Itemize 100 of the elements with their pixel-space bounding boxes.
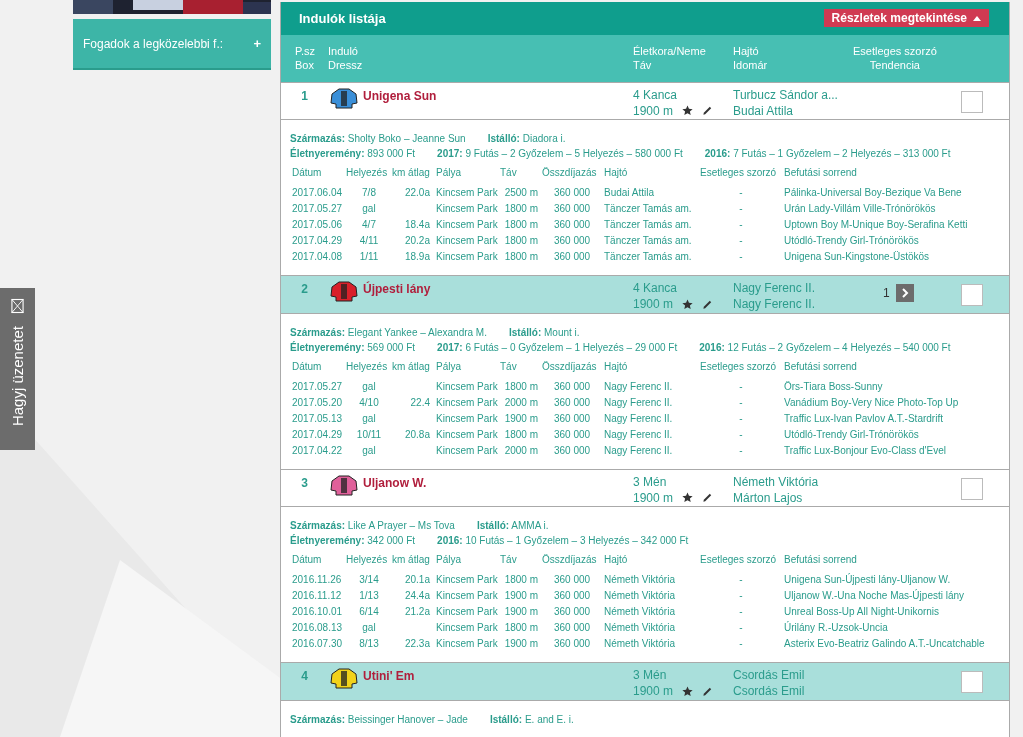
history-column-header: Táv — [500, 359, 518, 374]
info-text: Származás: Beissinger Hanover – Jade — [290, 713, 468, 727]
star-icon[interactable] — [682, 105, 694, 117]
runner-number: 4 — [300, 668, 309, 684]
runner-row[interactable]: 3 Uljanow W. 3 Mén 1900 m Németh Viktória Márton Lajos — [281, 468, 1009, 508]
history-cell-text: Kincsem Park — [435, 218, 499, 233]
history-cell-text: Nagy Ferenc II. — [603, 395, 674, 410]
runner-name[interactable]: Uljanow W. — [363, 473, 427, 490]
history-cell-text: Kincsem Park — [435, 395, 499, 410]
history-cell-text: Kincsem Park — [435, 621, 499, 636]
jersey-icon — [330, 473, 358, 496]
history-cell-text: Tänczer Tamás am. — [603, 234, 693, 249]
driver-name: Nagy Ferenc II. — [733, 280, 817, 297]
history-column-header: Helyezés — [346, 359, 389, 374]
history-cell-text: Urán Lady-Villám Ville-Trónörökös — [783, 202, 937, 217]
history-cell-text: 2016.11.26 — [291, 573, 343, 588]
history-cell-text: - — [738, 443, 744, 458]
star-icon[interactable] — [682, 298, 694, 310]
column-header: Hajtó Idomár — [733, 44, 769, 73]
history-cell-text: 360 000 — [552, 605, 592, 620]
pencil-icon[interactable] — [702, 105, 714, 117]
history-cell-text: 1900 m — [503, 411, 539, 426]
checkbox[interactable] — [961, 284, 983, 307]
feedback-tab[interactable]: Hagyj üzenetet — [0, 288, 35, 450]
history-cell-text: Uljanow W.-Una Noche Mas-Újpesti lány — [783, 588, 966, 604]
history-cell-text: 2017.05.13 — [291, 411, 344, 426]
history-cell-text: Asterix Evo-Beatriz Galindo A.T.-Uncatchable — [783, 637, 986, 652]
history-cell-text: Kincsem Park — [435, 427, 499, 442]
history-cell-text: - — [738, 234, 744, 249]
odds-value: 1 — [883, 286, 890, 301]
history-cell-text: 2017.05.06 — [291, 218, 344, 233]
checkbox[interactable] — [961, 90, 983, 113]
history-cell-text: Utódló-Trendy Girl-Trónörökös — [783, 234, 920, 249]
history-column-header: Pálya — [435, 166, 462, 181]
history-column-header: Esetleges szorzó — [700, 359, 778, 374]
history-column-header: Esetleges szorzó — [700, 166, 778, 181]
history-column-header: Esetleges szorzó — [700, 553, 778, 568]
checkbox[interactable] — [961, 671, 983, 694]
history-cell-text: 18.4a — [403, 218, 431, 233]
history-cell-text: Traffic Lux-Ivan Pavlov A.T.-Stardrift — [783, 411, 944, 426]
history-cell-text: Tänczer Tamás am. — [603, 202, 693, 217]
history-cell-text: 2016.08.13 — [291, 621, 344, 636]
history-cell-text: Uptown Boy M-Unique Boy-Serafina Ketti — [783, 218, 969, 233]
history-cell-text: Németh Viktória — [603, 589, 676, 604]
history-cell-text: Kincsem Park — [435, 250, 499, 265]
next-button[interactable] — [895, 284, 914, 303]
runner-name[interactable]: Utini' Em — [363, 667, 415, 684]
pencil-icon[interactable] — [702, 685, 714, 697]
history-cell-text: - — [738, 379, 744, 394]
history-column-header: Táv — [500, 166, 518, 181]
history-cell-text: 2016.07.30 — [291, 637, 344, 652]
runner-name[interactable]: Újpesti lány — [363, 280, 431, 297]
runner-row[interactable]: 2 Újpesti lány 4 Kanca 1900 m Nagy Ferenc II. Nagy Ferenc II. 1 — [281, 275, 1009, 314]
history-column-header: Dátum — [291, 359, 323, 374]
history-cell-text: 1900 m — [503, 589, 539, 604]
history-cell-text: - — [738, 411, 744, 426]
trainer-name: Csordás Emil — [733, 683, 806, 700]
history-cell-text: 360 000 — [552, 637, 592, 652]
jersey-icon — [330, 86, 358, 109]
history-cell-text: Traffic Lux-Bonjour Evo-Class d'Evel — [783, 443, 947, 458]
details-button[interactable]: Részletek megtekintése — [823, 9, 989, 28]
history-cell-text: 1900 m — [503, 605, 539, 620]
history-cell-text: Nagy Ferenc II. — [603, 443, 674, 458]
history-column-header: Befutási sorrend — [783, 359, 858, 374]
history-cell-text: - — [738, 395, 744, 410]
history-cell-text: 24.4a — [403, 589, 431, 604]
history-cell-text: Utódló-Trendy Girl-Trónörökös — [783, 427, 920, 442]
star-icon[interactable] — [682, 685, 694, 697]
runner-row[interactable]: 1 Unigena Sun 4 Kanca 1900 m Turbucz Sándor a... Budai Attila — [281, 81, 1009, 121]
history-cell-text: 1/11 — [358, 250, 380, 265]
checkbox[interactable] — [961, 477, 983, 500]
history-cell-text: 20.1a — [403, 573, 431, 588]
history-cell-text: - — [738, 202, 744, 217]
history-column-header: Összdíjazás — [542, 359, 598, 374]
info-text: Istálló: Mount i. — [509, 325, 580, 340]
star-icon[interactable] — [682, 492, 694, 504]
history-cell-text: 360 000 — [552, 427, 592, 442]
history-cell-text: 3/14 — [358, 573, 380, 588]
history-cell-text: - — [738, 250, 744, 265]
history-cell-text: 1800 m — [503, 573, 539, 588]
history-cell-text: Unigena Sun-Újpesti lány-Uljanow W. — [783, 572, 952, 588]
history-cell-text: Nagy Ferenc II. — [603, 411, 674, 426]
history-cell-text: - — [738, 427, 744, 442]
pencil-icon[interactable] — [702, 492, 714, 504]
runner-name[interactable]: Unigena Sun — [363, 86, 437, 103]
history-cell-text: gal — [361, 202, 377, 217]
history-cell-text: 360 000 — [552, 411, 592, 426]
history-cell-text: 4/10 — [358, 395, 380, 410]
driver-name: Turbucz Sándor a... — [733, 86, 839, 103]
pencil-icon[interactable] — [702, 298, 714, 310]
driver-name: Németh Viktória — [733, 473, 820, 490]
history-cell-text: 360 000 — [552, 443, 592, 458]
trainer-name: Nagy Ferenc II. — [733, 296, 817, 313]
info-text: 2016: 10 Futás – 1 Győzelem – 3 Helyezés – 342 000 Ft — [437, 534, 689, 549]
runner-row[interactable]: 4 Utini' Em 3 Mén 1900 m Csordás Emil Csordás Emil — [281, 662, 1009, 701]
history-cell-text: 1800 m — [503, 427, 539, 442]
column-header: P.sz Box — [294, 44, 316, 73]
history-cell-text: Nagy Ferenc II. — [603, 379, 674, 394]
history-cell-text: Kincsem Park — [435, 605, 499, 620]
history-cell-text: 360 000 — [552, 573, 592, 588]
